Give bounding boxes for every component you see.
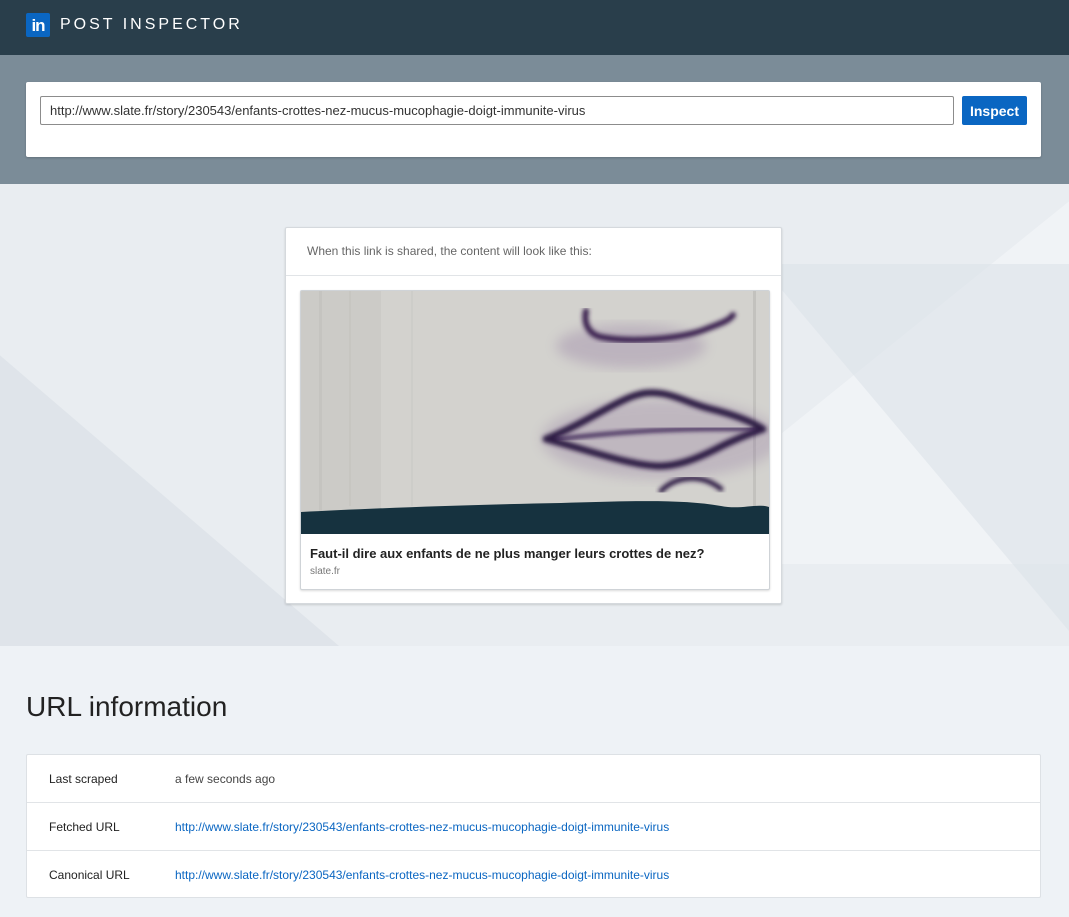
share-text: Faut-il dire aux enfants de ne plus mang… bbox=[301, 534, 769, 589]
info-label: Canonical URL bbox=[49, 868, 130, 882]
share-domain: slate.fr bbox=[310, 566, 341, 577]
inspect-button[interactable]: Inspect bbox=[962, 96, 1027, 125]
info-row-last-scraped: Last scraped a few seconds ago bbox=[27, 755, 1040, 803]
info-value: a few seconds ago bbox=[175, 772, 276, 786]
background-facet bbox=[760, 264, 1069, 644]
share-image bbox=[301, 291, 769, 534]
url-information-table: Last scraped a few seconds ago Fetched U… bbox=[26, 754, 1041, 898]
preview-area: When this link is shared, the content wi… bbox=[0, 184, 1069, 646]
graffiti-lips-image bbox=[301, 291, 769, 534]
info-label: Last scraped bbox=[49, 772, 118, 786]
info-row-canonical-url: Canonical URL http://www.slate.fr/story/… bbox=[27, 851, 1040, 899]
divider bbox=[286, 275, 781, 276]
linkedin-logo-icon[interactable]: in bbox=[26, 13, 50, 37]
share-title: Faut-il dire aux enfants de ne plus mang… bbox=[310, 546, 705, 561]
url-information-heading: URL information bbox=[26, 691, 228, 722]
info-row-fetched-url: Fetched URL http://www.slate.fr/story/23… bbox=[27, 803, 1040, 851]
app-title: POST INSPECTOR bbox=[60, 16, 243, 33]
share-preview-card[interactable]: Faut-il dire aux enfants de ne plus mang… bbox=[300, 290, 770, 590]
url-input[interactable] bbox=[40, 96, 954, 125]
info-label: Fetched URL bbox=[49, 820, 120, 834]
search-band: Inspect bbox=[0, 55, 1069, 184]
preview-card: When this link is shared, the content wi… bbox=[285, 227, 782, 604]
preview-caption: When this link is shared, the content wi… bbox=[307, 244, 592, 258]
top-navbar: in POST INSPECTOR bbox=[0, 0, 1069, 55]
fetched-url-link[interactable]: http://www.slate.fr/story/230543/enfants… bbox=[175, 820, 669, 834]
canonical-url-link[interactable]: http://www.slate.fr/story/230543/enfants… bbox=[175, 868, 669, 882]
search-card: Inspect bbox=[26, 82, 1041, 157]
